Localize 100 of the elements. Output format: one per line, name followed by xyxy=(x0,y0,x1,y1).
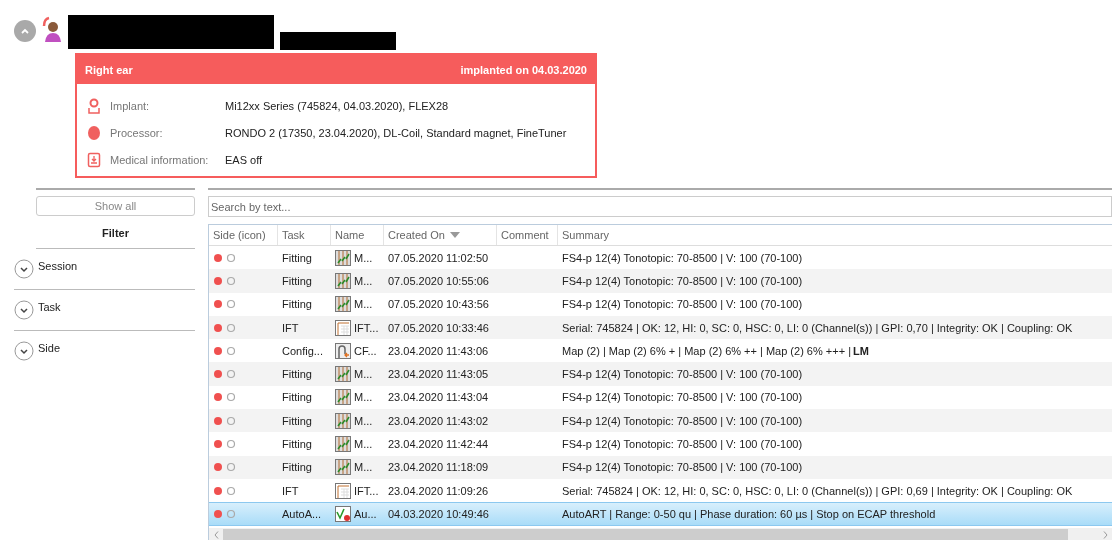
patient-avatar-icon xyxy=(40,16,62,42)
ear-side-icon xyxy=(213,369,237,380)
column-header[interactable]: Name xyxy=(331,225,384,245)
expand-toggle-icon[interactable] xyxy=(14,259,34,279)
table-cell-text: FS4-p 12(4) Tonotopic: 70-8500 | V: 100 (70-100) xyxy=(561,273,804,288)
table-cell-text: FS4-p 12(4) Tonotopic: 70-8500 | V: 100 (70-100) xyxy=(561,250,804,265)
scroll-right-icon[interactable] xyxy=(1102,530,1108,539)
table-cell-text: Fitting xyxy=(281,250,313,265)
table-cell-text: FS4-p 12(4) Tonotopic: 70-8500 | V: 100 (70-100) xyxy=(561,297,804,312)
table-row[interactable]: Fitting M... 07.05.2020 10:43:56 FS4-p 12(4) Tonotopic: 70-8500 | V: 100 (70-100) xyxy=(209,292,1112,316)
table-cell-text: 23.04.2020 11:43:02 xyxy=(387,413,490,428)
table-cell: CF... xyxy=(354,343,377,358)
field-value: RONDO 2 (17350, 23.04.2020), DL-Coil, Standard magnet, FineTuner xyxy=(225,126,567,139)
table-cell-text: 07.05.2020 11:02:50 xyxy=(387,250,490,265)
table-cell: IFT... xyxy=(354,320,379,335)
ear-side-icon xyxy=(213,485,237,496)
table-cell-text: 23.04.2020 11:43:04 xyxy=(387,390,490,405)
search-field[interactable]: Search by text... xyxy=(208,196,1112,217)
table-cell: IFT... xyxy=(354,483,379,498)
table-row[interactable]: Fitting M... 07.05.2020 10:55:06 FS4-p 12(4) Tonotopic: 70-8500 | V: 100 (70-100) xyxy=(209,269,1112,293)
horizontal-scrollbar[interactable] xyxy=(209,527,1112,540)
table-cell-text: Fitting xyxy=(281,273,313,288)
check-chart-icon xyxy=(335,505,351,522)
table-row[interactable]: Config... CF... 23.04.2020 11:43:06 Map (2) | Map (2) 6% + | Map (2) 6% ++ | Map (2) 6% +++ | LM xyxy=(209,339,1112,363)
table-cell-text: FS4-p 12(4) Tonotopic: 70-8500 | V: 100 (70-100) xyxy=(561,413,804,428)
sort-arrow-icon xyxy=(450,232,460,238)
table-cell-text: FS4-p 12(4) Tonotopic: 70-8500 | V: 100 (70-100) xyxy=(561,367,804,382)
grid-document-icon xyxy=(335,319,351,336)
table-row[interactable]: Fitting M... 23.04.2020 11:43:02 FS4-p 12(4) Tonotopic: 70-8500 | V: 100 (70-100) xyxy=(209,409,1112,433)
table-cell-text: Config... xyxy=(281,343,324,358)
table-cell-text: 23.04.2020 11:09:26 xyxy=(387,483,490,498)
medical-record-icon xyxy=(87,151,101,168)
table-cell-text: 23.04.2020 11:42:44 xyxy=(387,437,490,451)
filter-group-label[interactable]: Task xyxy=(38,301,61,313)
chart-document-icon xyxy=(335,389,351,406)
table-cell: M... xyxy=(354,460,373,475)
field-value: Mi12xx Series (745824, 04.03.2020), FLEX28 xyxy=(225,99,449,112)
table-cell-text: Fitting xyxy=(281,390,313,405)
column-header[interactable]: Comment xyxy=(497,225,558,245)
table-cell-text: Serial: 745824 | OK: 12, HI: 0, SC: 0, HSC: 0, LI: 0 (Channel(s)) | GPI: 0,69 | Integrity: OK | Coupling: OK xyxy=(561,483,1074,498)
table-cell-text: 23.04.2020 11:43:05 xyxy=(387,367,490,382)
chart-document-icon xyxy=(335,412,351,429)
table-row[interactable]: Fitting M... 23.04.2020 11:18:09 FS4-p 12(4) Tonotopic: 70-8500 | V: 100 (70-100) xyxy=(209,455,1112,479)
table-cell: M... xyxy=(354,390,373,405)
table-row[interactable]: IFT IFT... 23.04.2020 11:09:26 Serial: 745824 | OK: 12, HI: 0, SC: 0, HSC: 0, LI: 0 (Channel(s)) | GPI: 0,69 | Integrity: OK | Coupling: OK xyxy=(209,478,1112,503)
table-cell: M... xyxy=(354,437,373,451)
table-cell-text: FS4-p 12(4) Tonotopic: 70-8500 | V: 100 (70-100) xyxy=(561,437,804,451)
table-row[interactable]: Fitting M... 23.04.2020 11:43:05 FS4-p 12(4) Tonotopic: 70-8500 | V: 100 (70-100) xyxy=(209,362,1112,386)
chart-document-icon xyxy=(335,296,351,313)
chart-document-icon xyxy=(335,249,351,266)
implant-icon xyxy=(87,97,101,114)
table-cell-text: 23.04.2020 11:43:06 xyxy=(387,343,490,358)
table-cell: M... xyxy=(354,413,373,428)
field-label: Implant: xyxy=(110,99,151,112)
filter-group-label[interactable]: Side xyxy=(38,342,61,354)
processor-icon xyxy=(87,124,101,141)
chart-document-icon xyxy=(335,436,351,452)
table-cell-text: 23.04.2020 11:18:09 xyxy=(387,460,490,475)
table-cell-text: Fitting xyxy=(281,297,313,312)
expand-toggle-icon[interactable] xyxy=(14,341,34,361)
table-row[interactable]: Fitting M... 23.04.2020 11:42:44 FS4-p 12(4) Tonotopic: 70-8500 | V: 100 (70-100) xyxy=(209,432,1112,456)
scroll-left-icon[interactable] xyxy=(213,530,219,539)
table-cell-text: Fitting xyxy=(281,460,313,475)
field-label: Medical information: xyxy=(110,153,210,166)
table-cell-text: 07.05.2020 10:43:56 xyxy=(387,297,490,312)
column-header[interactable]: Summary xyxy=(558,225,1112,245)
table-cell: M... xyxy=(354,250,373,265)
table-cell-text: 07.05.2020 10:55:06 xyxy=(387,273,490,288)
table-row[interactable]: Fitting M... 23.04.2020 11:43:04 FS4-p 12(4) Tonotopic: 70-8500 | V: 100 (70-100) xyxy=(209,385,1112,410)
column-header[interactable]: Created On xyxy=(384,225,497,245)
expand-toggle-icon[interactable] xyxy=(14,300,34,320)
card-title: Right ear xyxy=(85,63,133,76)
table-row[interactable]: AutoA... Au... 04.03.2020 10:49:46 AutoART | Range: 0-50 qu | Phase duration: 60 µs | Stop on ECAP threshold xyxy=(209,502,1112,526)
column-header[interactable]: Task xyxy=(278,225,331,245)
ear-side-icon xyxy=(213,299,237,310)
table-cell-text: Map (2) | Map (2) 6% + | Map (2) 6% ++ | Map (2) 6% +++ | LM xyxy=(561,343,870,358)
grid-document-icon xyxy=(335,482,351,499)
table-cell-text: Fitting xyxy=(281,437,313,451)
table-row[interactable]: IFT IFT... 07.05.2020 10:33:46 Serial: 745824 | OK: 12, HI: 0, SC: 0, HSC: 0, LI: 0 (Channel(s)) | GPI: 0,70 | Integrity: OK | Coupling: OK xyxy=(209,315,1112,340)
table-cell-text: 04.03.2020 10:49:46 xyxy=(387,506,490,521)
filter-group-label[interactable]: Session xyxy=(38,260,78,272)
field-value: EAS off xyxy=(225,153,263,166)
table-cell-text: AutoART | Range: 0-50 qu | Phase duration: 60 µs | Stop on ECAP threshold xyxy=(561,506,937,521)
ear-side-icon xyxy=(213,275,237,286)
column-header[interactable]: Side (icon) xyxy=(209,225,278,245)
table-row[interactable]: Fitting M... 07.05.2020 11:02:50 FS4-p 12(4) Tonotopic: 70-8500 | V: 100 (70-100) xyxy=(209,246,1112,270)
collapse-button[interactable] xyxy=(14,20,36,42)
table-cell-text: IFT xyxy=(281,483,300,498)
caret-icon xyxy=(20,27,30,35)
filter-title: Filter xyxy=(36,216,195,249)
ear-side-icon xyxy=(213,392,237,403)
table-cell: M... xyxy=(354,273,373,288)
table-cell: M... xyxy=(354,367,373,382)
table-cell-text: 07.05.2020 10:33:46 xyxy=(387,320,490,335)
show-all-button[interactable]: Show all xyxy=(36,196,195,216)
table-cell-text: Serial: 745824 | OK: 12, HI: 0, SC: 0, HSC: 0, LI: 0 (Channel(s)) | GPI: 0,70 | Integrity: OK | Coupling: OK xyxy=(561,320,1074,335)
ear-side-icon xyxy=(213,345,237,356)
table-cell-text: FS4-p 12(4) Tonotopic: 70-8500 | V: 100 (70-100) xyxy=(561,460,804,475)
ear-side-icon xyxy=(213,415,237,426)
chart-document-icon xyxy=(335,459,351,476)
